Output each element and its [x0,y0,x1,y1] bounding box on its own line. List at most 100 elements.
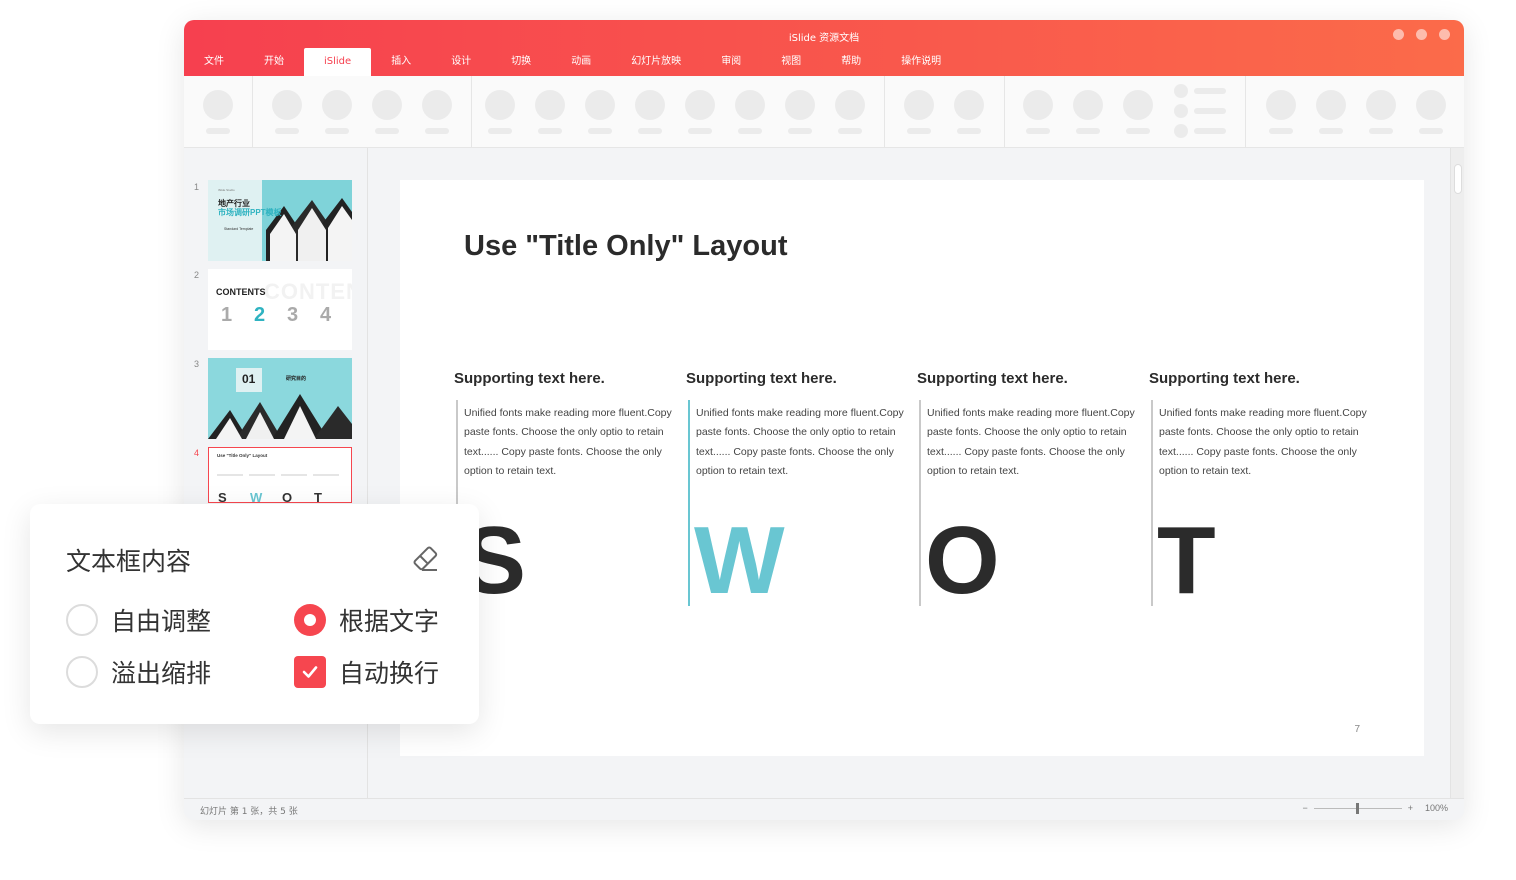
ribbon-button-placeholder[interactable] [1266,90,1296,134]
column-body-text[interactable]: Unified fonts make reading more fluent.C… [696,404,906,481]
slide-thumbnail-4[interactable]: Use "Title Only" Layout S W O T [208,447,352,503]
overflow-shrink-radio[interactable] [66,656,98,688]
column-divider [1151,400,1153,606]
ribbon-button-placeholder[interactable] [1316,90,1346,134]
thumb2-heading: CONTENTS [216,287,266,297]
ribbon-button-placeholder[interactable] [685,90,715,134]
window-minimize-button[interactable] [1393,29,1404,40]
zoom-in-button[interactable]: + [1408,803,1413,813]
ribbon-button-placeholder[interactable] [1123,90,1153,134]
column-divider [919,400,921,606]
tab-review[interactable]: 审阅 [701,48,761,76]
ribbon-group-4 [885,76,1005,148]
slide-thumbnail-1[interactable]: iSlide Studio 地产行业 市场调研PPT模板 Standard Te… [208,180,352,261]
ribbon-list-button-placeholder[interactable] [1174,124,1226,138]
thumb1-subtitle: Standard Template [224,227,254,231]
swot-column-s[interactable]: Supporting text here. Unified fonts make… [454,180,674,756]
checkmark-icon [302,666,318,678]
ribbon-tabs: 文件 开始 iSlide 插入 设计 切换 动画 幻灯片放映 审阅 视图 帮助 … [184,48,961,76]
tab-file[interactable]: 文件 [184,48,244,76]
slide-thumbnail-3[interactable]: 01 研究目的 [208,358,352,439]
ribbon-button-placeholder[interactable] [372,90,402,134]
option-fit-text[interactable]: 根据文字 [294,602,439,638]
ribbon-button-placeholder[interactable] [422,90,452,134]
ribbon-list-button-placeholder[interactable] [1174,84,1226,98]
tab-islide[interactable]: iSlide [304,48,372,76]
ribbon-button-placeholder[interactable] [585,90,615,134]
ribbon-button-placeholder[interactable] [954,90,984,134]
thumbnail-number: 4 [194,448,200,458]
option-auto-wrap[interactable]: 自动换行 [294,654,439,690]
vertical-scrollbar[interactable] [1450,148,1464,798]
zoom-slider-handle[interactable] [1355,802,1359,814]
column-heading[interactable]: Supporting text here. [1149,370,1300,387]
thumb2-digit: 4 [320,304,332,326]
tab-view[interactable]: 视图 [761,48,821,76]
slide-thumbnail-2[interactable]: CONTENTS CONTENTS 1 2 3 4 [208,269,352,350]
auto-wrap-label: 自动换行 [339,659,440,688]
window-maximize-button[interactable] [1416,29,1427,40]
thumb2-digit: 2 [254,304,266,326]
free-resize-radio[interactable] [66,604,98,636]
window-close-button[interactable] [1439,29,1450,40]
column-body-text[interactable]: Unified fonts make reading more fluent.C… [927,404,1137,481]
ribbon-button-placeholder[interactable] [735,90,765,134]
tab-design[interactable]: 设计 [431,48,491,76]
option-overflow-shrink[interactable]: 溢出缩排 [66,654,211,690]
zoom-out-button[interactable]: − [1302,803,1307,813]
window-controls [1393,29,1450,40]
ribbon-button-placeholder[interactable] [1416,90,1446,134]
ribbon-button-placeholder[interactable] [322,90,352,134]
ribbon-button-placeholder[interactable] [272,90,302,134]
ribbon-button-placeholder[interactable] [785,90,815,134]
thumb4-letter: S [218,490,227,503]
ribbon-button-placeholder[interactable] [203,90,233,134]
thumb3-label: 研究目的 [286,376,307,382]
tab-slideshow[interactable]: 幻灯片放映 [611,48,701,76]
ribbon-button-placeholder[interactable] [1073,90,1103,134]
ribbon-button-placeholder[interactable] [1023,90,1053,134]
auto-wrap-checkbox[interactable] [294,656,326,688]
ribbon-group-5 [1005,76,1246,148]
tab-transitions[interactable]: 切换 [491,48,551,76]
swot-column-o[interactable]: Supporting text here. Unified fonts make… [917,180,1137,756]
ribbon-button-placeholder[interactable] [635,90,665,134]
swot-column-t[interactable]: Supporting text here. Unified fonts make… [1149,180,1369,756]
panel-title: 文本框内容 [66,547,192,576]
fit-text-radio[interactable] [294,604,326,636]
swot-letter[interactable]: O [925,513,1000,609]
option-free-resize[interactable]: 自由调整 [66,602,211,638]
ribbon-list-button-placeholder[interactable] [1174,104,1226,118]
ribbon-toolbar [184,76,1464,148]
tab-home[interactable]: 开始 [244,48,304,76]
thumbnail-number: 3 [194,359,200,369]
ribbon-button-placeholder[interactable] [904,90,934,134]
fit-text-label: 根据文字 [339,607,440,636]
tab-insert[interactable]: 插入 [371,48,431,76]
thumb4-title: Use "Title Only" Layout [217,453,268,458]
ribbon-button-placeholder[interactable] [835,90,865,134]
thumb3-index: 01 [242,372,256,386]
tab-tell-me[interactable]: 操作说明 [881,48,961,76]
column-heading[interactable]: Supporting text here. [686,370,837,387]
current-slide[interactable]: Use "Title Only" Layout Supporting text … [400,180,1424,756]
ribbon-button-placeholder[interactable] [1366,90,1396,134]
zoom-slider[interactable] [1313,802,1402,814]
column-body-text[interactable]: Unified fonts make reading more fluent.C… [1159,404,1369,481]
status-bar: 幻灯片 第 1 张，共 5 张 − + 100% [184,798,1464,820]
column-heading[interactable]: Supporting text here. [917,370,1068,387]
ribbon-button-placeholder[interactable] [485,90,515,134]
column-body-text[interactable]: Unified fonts make reading more fluent.C… [464,404,674,481]
thumb1-title-line2: 市场调研PPT模板 [218,208,282,217]
swot-letter[interactable]: W [694,513,785,609]
ribbon-button-placeholder[interactable] [535,90,565,134]
ribbon-group-2 [253,76,472,148]
column-heading[interactable]: Supporting text here. [454,370,605,387]
thumbnail-number: 2 [194,270,200,280]
swot-column-w[interactable]: Supporting text here. Unified fonts make… [686,180,906,756]
swot-letter[interactable]: T [1157,513,1216,609]
scrollbar-thumb[interactable] [1454,164,1462,194]
eraser-icon[interactable] [411,544,439,572]
tab-help[interactable]: 帮助 [821,48,881,76]
tab-animations[interactable]: 动画 [551,48,611,76]
